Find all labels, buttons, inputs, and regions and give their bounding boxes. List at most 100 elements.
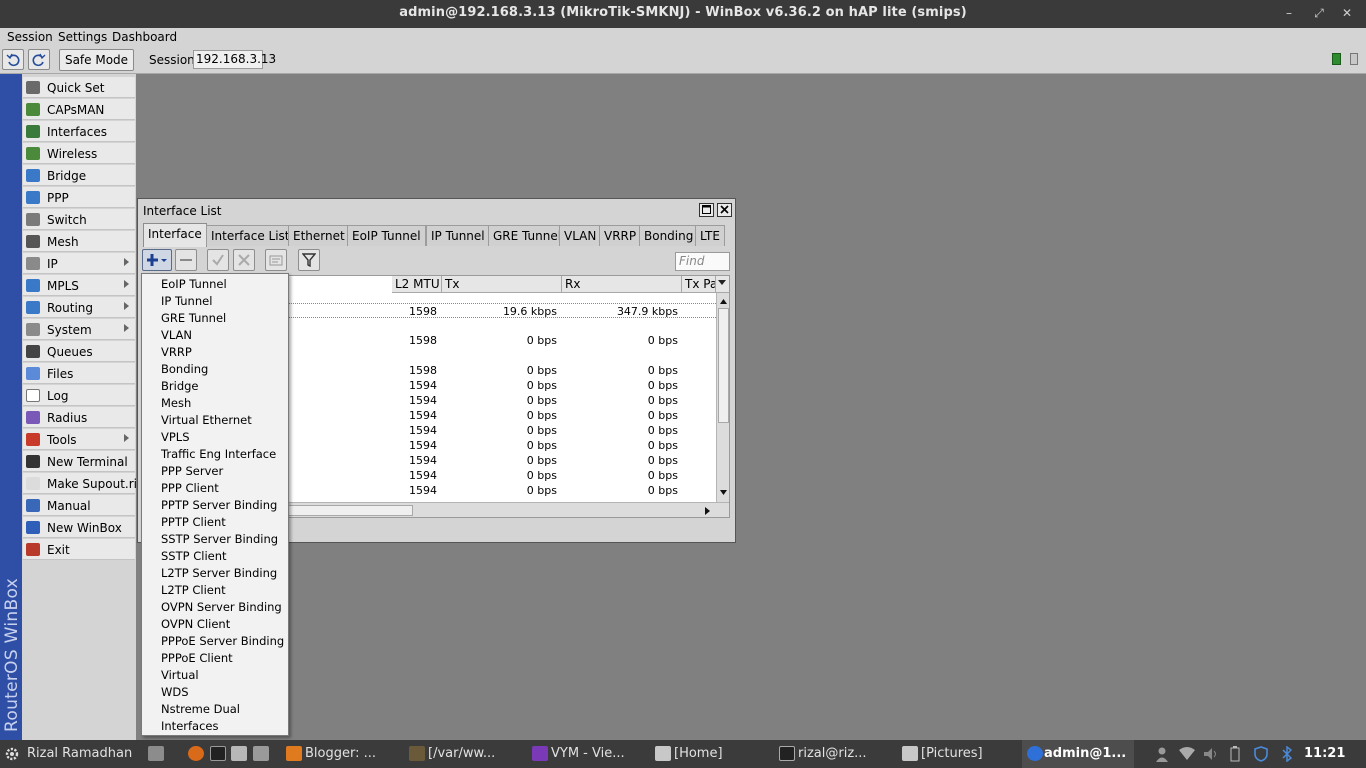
vertical-scroll-thumb[interactable] (718, 308, 729, 423)
volume-icon[interactable] (1203, 747, 1219, 761)
disable-button[interactable] (233, 249, 255, 271)
menu-item-eoip-tunnel[interactable]: EoIP Tunnel (161, 277, 227, 291)
tab-bonding[interactable]: Bonding (639, 225, 699, 246)
sidemenu-item-files[interactable]: Files (23, 363, 135, 384)
sidemenu-item-mesh[interactable]: Mesh (23, 231, 135, 252)
menu-item-l2tp-client[interactable]: L2TP Client (161, 583, 226, 597)
menu-item-vpls[interactable]: VPLS (161, 430, 190, 444)
task-pictures[interactable]: [Pictures] (921, 746, 983, 761)
menu-item-gre-tunnel[interactable]: GRE Tunnel (161, 311, 226, 325)
sidemenu-item-radius[interactable]: Radius (23, 407, 135, 428)
menu-item-ovpn-client[interactable]: OVPN Client (161, 617, 230, 631)
sidemenu-item-bridge[interactable]: Bridge (23, 165, 135, 186)
user-icon[interactable] (1155, 746, 1169, 762)
vertical-scrollbar[interactable] (716, 293, 730, 503)
column-menu-button[interactable] (716, 276, 729, 293)
redo-button[interactable] (28, 49, 50, 70)
enable-button[interactable] (207, 249, 229, 271)
tab-lte[interactable]: LTE (695, 225, 725, 246)
menu-dashboard[interactable]: Dashboard (112, 30, 177, 44)
safe-mode-button[interactable]: Safe Mode (59, 49, 134, 71)
menu-session[interactable]: Session (7, 30, 53, 44)
menu-item-traffic-eng-interface[interactable]: Traffic Eng Interface (161, 447, 276, 461)
window-maximize-button[interactable] (699, 203, 714, 217)
task-home[interactable]: [Home] (674, 746, 723, 761)
tab-interface[interactable]: Interface (143, 223, 207, 247)
scroll-up-icon[interactable] (717, 295, 730, 307)
tab-gre-tunnel[interactable]: GRE Tunnel (488, 225, 567, 246)
sidemenu-item-routing[interactable]: Routing (23, 297, 135, 318)
sidemenu-item-interfaces[interactable]: Interfaces (23, 121, 135, 142)
maximize-button[interactable]: ⤢ (1310, 4, 1328, 22)
minimize-button[interactable]: – (1280, 4, 1298, 22)
window-close-button[interactable] (717, 203, 732, 217)
menu-item-mesh[interactable]: Mesh (161, 396, 191, 410)
task-winbox[interactable]: admin@1... (1044, 746, 1126, 761)
battery-icon[interactable] (1230, 746, 1240, 762)
sidemenu-item-switch[interactable]: Switch (23, 209, 135, 230)
sidemenu-item-mpls[interactable]: MPLS (23, 275, 135, 296)
column-header-l2mtu[interactable]: L2 MTU (392, 276, 442, 293)
wifi-icon[interactable] (1179, 747, 1195, 761)
tab-ip-tunnel[interactable]: IP Tunnel (426, 225, 490, 246)
menu-item-l2tp-server-binding[interactable]: L2TP Server Binding (161, 566, 277, 580)
bluetooth-icon[interactable] (1282, 746, 1292, 762)
sidemenu-item-ppp[interactable]: PPP (23, 187, 135, 208)
filter-button[interactable] (298, 249, 320, 271)
menu-item-ppp-server[interactable]: PPP Server (161, 464, 223, 478)
scroll-right-icon[interactable] (700, 504, 714, 518)
desktop-icon[interactable] (148, 746, 164, 761)
menu-item-pptp-server-binding[interactable]: PPTP Server Binding (161, 498, 277, 512)
menu-item-ovpn-server-binding[interactable]: OVPN Server Binding (161, 600, 282, 614)
sidemenu-item-tools[interactable]: Tools (23, 429, 135, 450)
comment-button[interactable] (265, 249, 287, 271)
column-header-rx[interactable]: Rx (562, 276, 682, 293)
tab-ethernet[interactable]: Ethernet (288, 225, 350, 246)
menu-item-bonding[interactable]: Bonding (161, 362, 208, 376)
menu-item-virtual[interactable]: Virtual (161, 668, 199, 682)
menu-item-vrrp[interactable]: VRRP (161, 345, 192, 359)
task-var-www[interactable]: [/var/ww... (428, 746, 495, 761)
find-input[interactable]: Find (675, 252, 730, 271)
camera-icon[interactable] (253, 746, 269, 761)
tab-interface-list[interactable]: Interface List (206, 225, 295, 246)
folder-icon[interactable] (231, 746, 247, 761)
menu-item-nstreme-dual[interactable]: Nstreme Dual (161, 702, 240, 716)
sidemenu-item-exit[interactable]: Exit (23, 539, 135, 560)
remove-button[interactable] (175, 249, 197, 271)
column-header-txpackets[interactable]: Tx Pac (682, 276, 716, 293)
menu-item-sstp-client[interactable]: SSTP Client (161, 549, 227, 563)
firefox-icon[interactable] (188, 746, 204, 761)
sidemenu-item-log[interactable]: Log (23, 385, 135, 406)
shield-icon[interactable] (1254, 746, 1268, 762)
column-header-tx[interactable]: Tx (442, 276, 562, 293)
menu-item-virtual-ethernet[interactable]: Virtual Ethernet (161, 413, 252, 427)
menu-item-pppoe-client[interactable]: PPPoE Client (161, 651, 233, 665)
tab-eoip-tunnel[interactable]: EoIP Tunnel (347, 225, 426, 246)
add-button[interactable] (142, 249, 172, 271)
menu-item-wds[interactable]: WDS (161, 685, 189, 699)
tab-vrrp[interactable]: VRRP (599, 225, 642, 246)
sidemenu-item-new-winbox[interactable]: New WinBox (23, 517, 135, 538)
task-terminal[interactable]: rizal@riz... (798, 746, 867, 761)
settings-gear-icon[interactable] (4, 746, 20, 762)
menu-item-sstp-server-binding[interactable]: SSTP Server Binding (161, 532, 278, 546)
undo-button[interactable] (2, 49, 24, 70)
terminal-icon[interactable] (210, 746, 226, 761)
menu-settings[interactable]: Settings (58, 30, 107, 44)
sidemenu-item-quick-set[interactable]: Quick Set (23, 77, 135, 98)
scroll-down-icon[interactable] (717, 487, 730, 499)
menu-item-ip-tunnel[interactable]: IP Tunnel (161, 294, 212, 308)
sidemenu-item-capsman[interactable]: CAPsMAN (23, 99, 135, 120)
sidemenu-item-system[interactable]: System (23, 319, 135, 340)
task-vym[interactable]: VYM - Vie... (551, 746, 625, 761)
tab-vlan[interactable]: VLAN (559, 225, 602, 246)
taskbar-user[interactable]: Rizal Ramadhan (27, 746, 132, 761)
task-blogger[interactable]: Blogger: ... (305, 746, 376, 761)
close-button[interactable]: ✕ (1338, 4, 1356, 22)
sidemenu-item-new-terminal[interactable]: New Terminal (23, 451, 135, 472)
menu-item-pppoe-server-binding[interactable]: PPPoE Server Binding (161, 634, 284, 648)
menu-item-interfaces[interactable]: Interfaces (161, 719, 218, 733)
menu-item-ppp-client[interactable]: PPP Client (161, 481, 219, 495)
menu-item-pptp-client[interactable]: PPTP Client (161, 515, 226, 529)
